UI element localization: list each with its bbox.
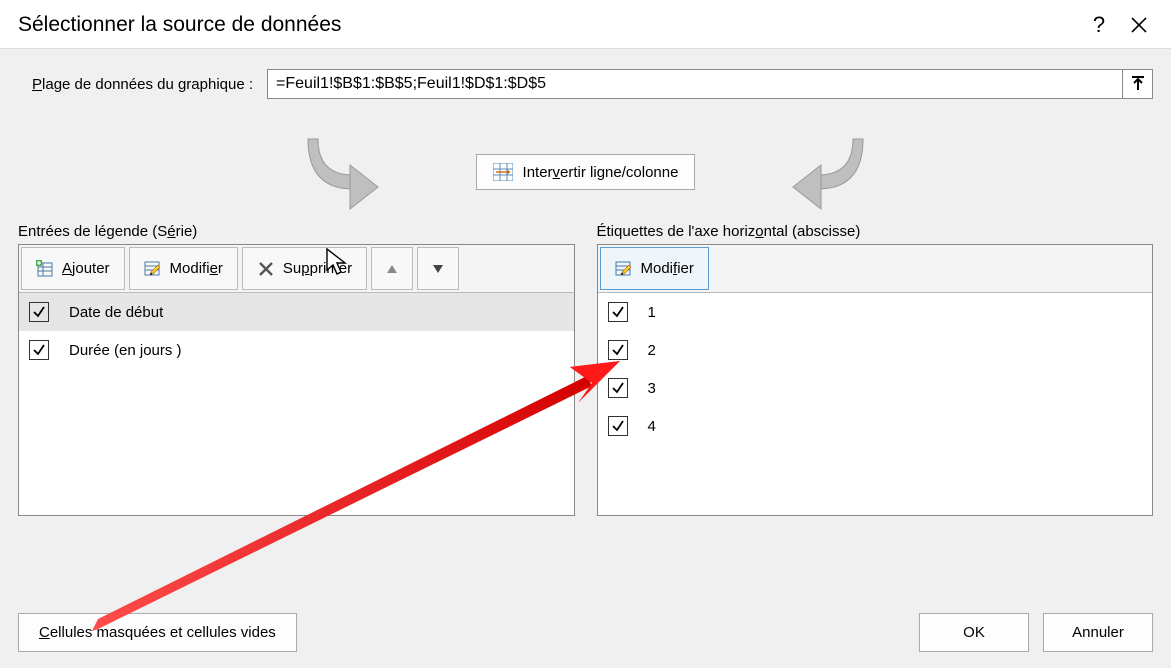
axis-label-text: 3 (648, 380, 656, 397)
chart-data-range-label: Plage de données du graphique : (18, 76, 253, 93)
remove-series-label: Supprimer (283, 260, 352, 277)
axis-label-checkbox[interactable] (608, 416, 628, 436)
ok-button[interactable]: OK (919, 613, 1029, 652)
add-series-button[interactable]: Ajouter (21, 247, 125, 290)
switch-row-column-button[interactable]: Intervertir ligne/colonne (476, 154, 696, 190)
axis-label-item[interactable]: 2 (598, 331, 1153, 369)
chart-data-range-row: Plage de données du graphique : (18, 69, 1153, 99)
axis-label-item[interactable]: 4 (598, 407, 1153, 445)
swap-row: Intervertir ligne/colonne (18, 137, 1153, 207)
edit-series-label: Modifier (170, 260, 223, 277)
chart-data-range-input[interactable] (268, 70, 1122, 98)
legend-series-column: Entrées de légende (Série) (18, 223, 575, 516)
series-label: Date de début (69, 304, 163, 321)
collapse-range-icon (1130, 76, 1146, 92)
series-checkbox[interactable] (29, 302, 49, 322)
edit-series-button[interactable]: Modifier (129, 247, 238, 290)
help-button[interactable]: ? (1079, 12, 1119, 38)
axis-labels-header: Étiquettes de l'axe horizontal (abscisse… (597, 223, 1154, 240)
dialog-body: Plage de données du graphique : (0, 48, 1171, 668)
flow-arrow-left-icon (298, 129, 438, 219)
move-series-up-button[interactable] (371, 247, 413, 290)
legend-series-item[interactable]: Date de début (19, 293, 574, 331)
edit-axis-labels-button[interactable]: Modifier (600, 247, 709, 290)
axis-labels-panel: Modifier 1 2 (597, 244, 1154, 516)
close-icon (1130, 16, 1148, 34)
axis-label-text: 1 (648, 304, 656, 321)
hidden-empty-cells-button[interactable]: Cellules masquées et cellules vides (18, 613, 297, 652)
close-button[interactable] (1119, 16, 1159, 34)
axis-label-item[interactable]: 1 (598, 293, 1153, 331)
dialog-title: Sélectionner la source de données (18, 13, 1079, 37)
collapse-range-button[interactable] (1122, 70, 1152, 98)
edit-axis-labels-label: Modifier (641, 260, 694, 277)
axis-label-checkbox[interactable] (608, 340, 628, 360)
axis-labels-toolbar: Modifier (598, 245, 1153, 293)
titlebar: Sélectionner la source de données ? (0, 0, 1171, 48)
axis-label-item[interactable]: 3 (598, 369, 1153, 407)
series-label: Durée (en jours ) (69, 342, 182, 359)
chart-data-range-field-wrap (267, 69, 1153, 99)
add-series-label: Ajouter (62, 260, 110, 277)
remove-series-icon (257, 260, 275, 278)
edit-axis-labels-icon (615, 260, 633, 278)
dialog-footer: Cellules masquées et cellules vides OK A… (18, 613, 1153, 652)
flow-arrow-right-icon (733, 129, 873, 219)
move-series-down-button[interactable] (417, 247, 459, 290)
legend-series-header: Entrées de légende (Série) (18, 223, 575, 240)
switch-row-column-label: Intervertir ligne/colonne (523, 164, 679, 181)
series-checkbox[interactable] (29, 340, 49, 360)
legend-series-toolbar: Ajouter (19, 245, 574, 293)
legend-series-panel: Ajouter (18, 244, 575, 516)
edit-series-icon (144, 260, 162, 278)
switch-row-column-icon (493, 163, 513, 181)
legend-series-item[interactable]: Durée (en jours ) (19, 331, 574, 369)
axis-label-checkbox[interactable] (608, 378, 628, 398)
add-series-icon (36, 260, 54, 278)
triangle-down-icon (432, 264, 444, 274)
series-axis-columns: Entrées de légende (Série) (18, 223, 1153, 516)
legend-series-list[interactable]: Date de début Durée (en jours ) (19, 293, 574, 515)
axis-label-checkbox[interactable] (608, 302, 628, 322)
axis-label-text: 4 (648, 418, 656, 435)
axis-labels-column: Étiquettes de l'axe horizontal (abscisse… (597, 223, 1154, 516)
cancel-button[interactable]: Annuler (1043, 613, 1153, 652)
remove-series-button[interactable]: Supprimer (242, 247, 367, 290)
axis-label-text: 2 (648, 342, 656, 359)
triangle-up-icon (386, 264, 398, 274)
axis-labels-list[interactable]: 1 2 3 (598, 293, 1153, 515)
